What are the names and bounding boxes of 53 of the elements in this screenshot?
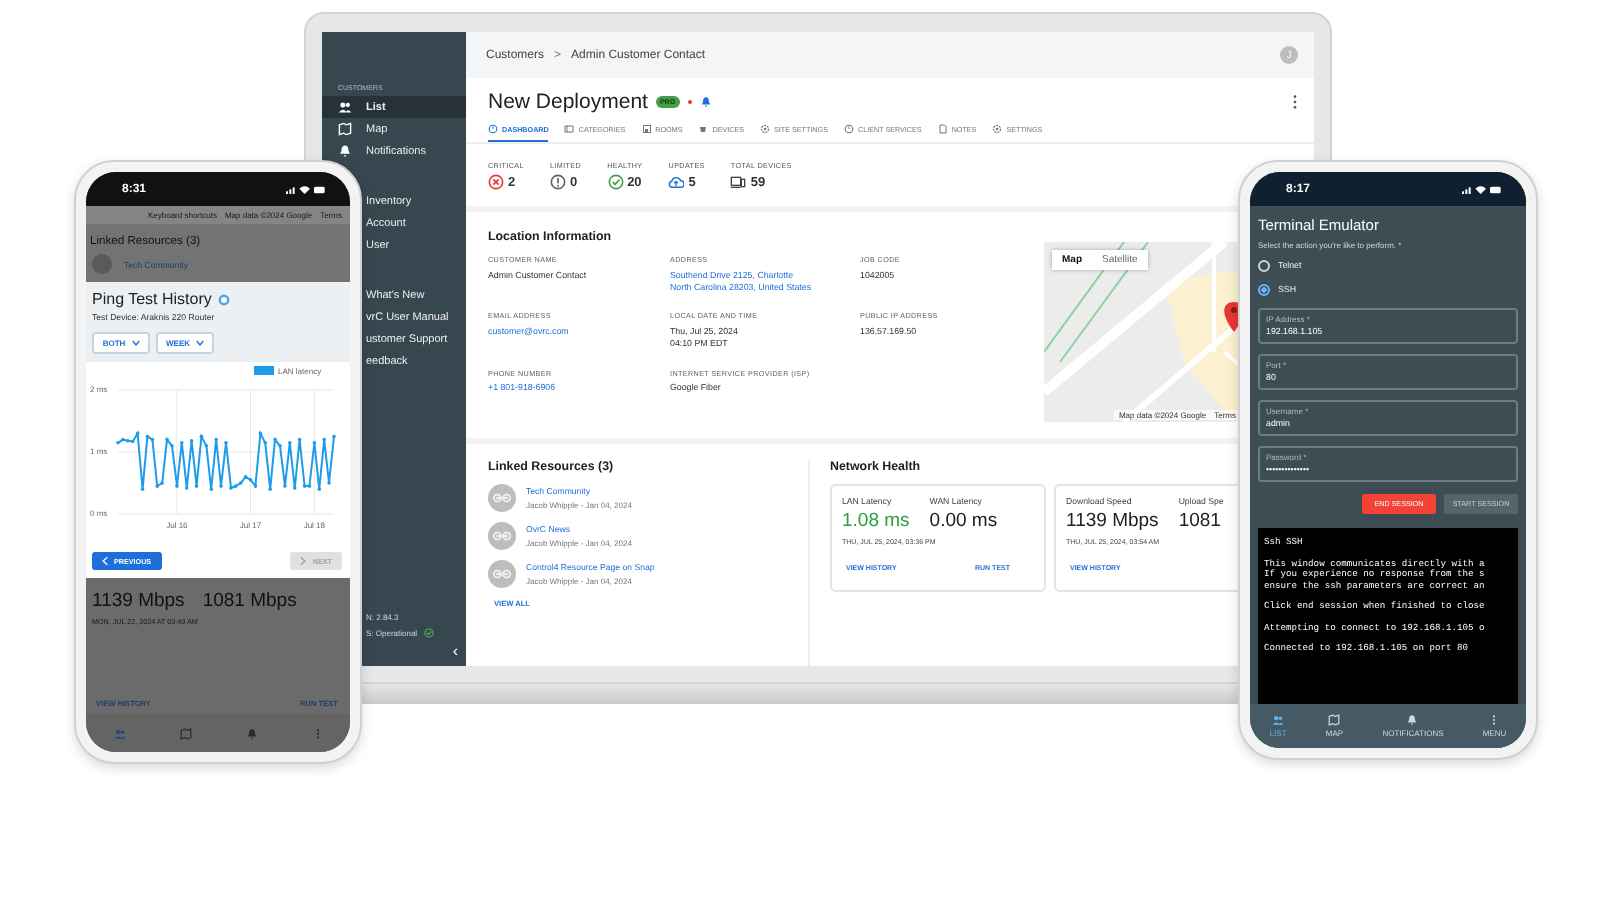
metric-value: 1.08 ms	[842, 510, 910, 532]
map-icon	[1328, 714, 1341, 726]
people-icon	[338, 100, 352, 114]
chevron-right-icon	[300, 556, 307, 566]
info-icon[interactable]	[217, 293, 230, 305]
data-point	[312, 440, 317, 445]
link-icon	[488, 522, 516, 550]
collapse-button[interactable]: ‹	[452, 644, 458, 660]
check-icon	[423, 628, 434, 638]
metric-value: 0.00 ms	[929, 510, 998, 532]
data-point	[297, 437, 302, 442]
bell-icon[interactable]	[699, 96, 712, 108]
metric-value: 1139 Mbps	[1066, 510, 1159, 532]
status-icons	[1462, 183, 1502, 195]
caret-icon	[131, 340, 140, 346]
chevron-left-icon	[102, 556, 108, 566]
data-point	[199, 434, 204, 439]
caret-icon	[196, 340, 204, 346]
device-icon	[698, 124, 709, 134]
check-circle-icon	[607, 174, 624, 190]
people-icon[interactable]	[113, 727, 125, 739]
metric-value: 1081 Mbps	[202, 590, 297, 612]
metric-value: 1081	[1178, 510, 1223, 532]
map-icon	[338, 122, 352, 136]
square-icon	[641, 124, 652, 134]
data-point	[135, 431, 140, 436]
warning-icon	[549, 174, 566, 190]
radio-button[interactable]	[1258, 283, 1270, 295]
map-icon[interactable]	[179, 727, 191, 739]
cloud-upload-icon	[668, 174, 685, 190]
gear-icon	[992, 124, 1003, 134]
error-icon	[488, 174, 504, 190]
gauge-icon	[488, 124, 498, 134]
data-point	[263, 440, 268, 445]
link-icon	[488, 484, 516, 512]
radio-button[interactable]	[1258, 259, 1270, 271]
list-icon	[564, 124, 575, 134]
document-icon	[937, 124, 948, 134]
metric-value: 1139 Mbps	[92, 590, 185, 612]
link-icon	[488, 560, 516, 588]
modal-title: Ping Test History	[92, 290, 212, 308]
devices-icon	[730, 174, 747, 190]
bell-icon	[1406, 714, 1419, 726]
bell-icon[interactable]	[245, 727, 257, 739]
gear-icon	[760, 124, 771, 134]
circle-icon	[843, 124, 854, 134]
more-icon[interactable]	[1292, 94, 1298, 110]
page-title: New Deployment	[488, 90, 648, 114]
people-icon	[1272, 714, 1285, 726]
bell-icon	[338, 144, 352, 158]
link-icon	[92, 254, 112, 274]
status-icons	[286, 183, 326, 195]
data-point	[258, 431, 263, 436]
